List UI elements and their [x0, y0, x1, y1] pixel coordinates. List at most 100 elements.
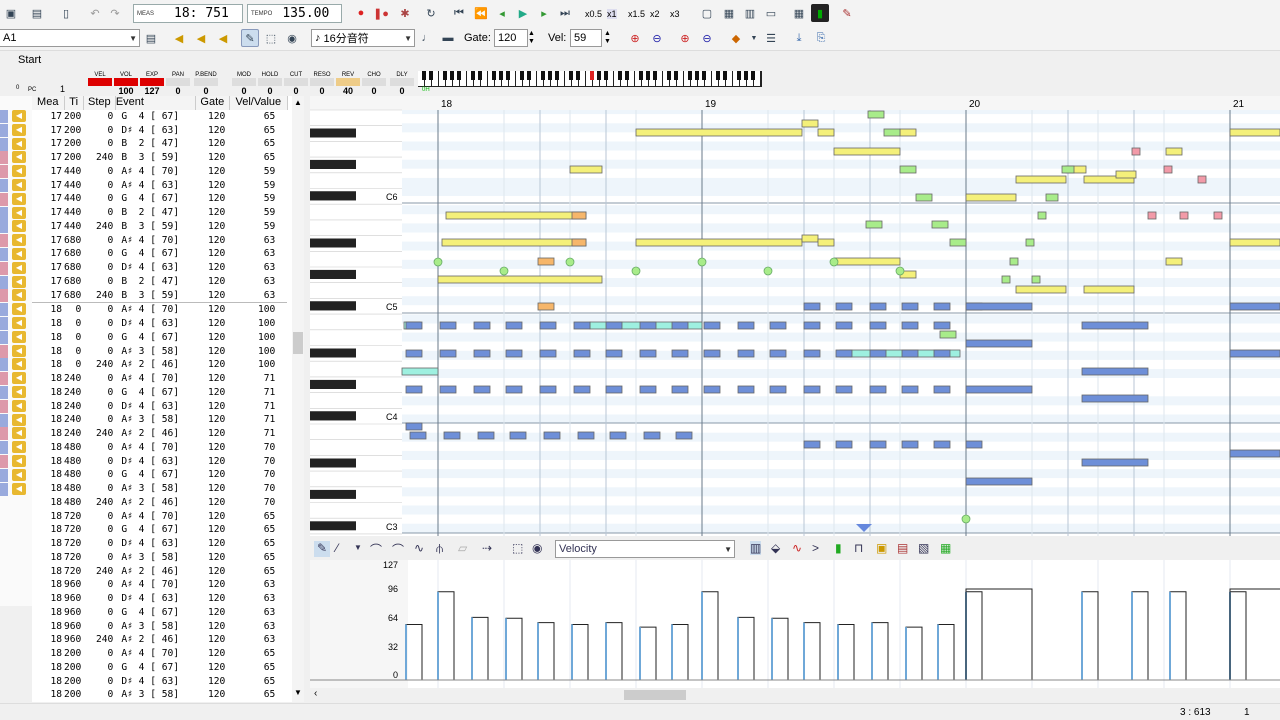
column-header[interactable]: Event — [115, 96, 196, 110]
track-color-tab[interactable] — [0, 358, 8, 372]
loop-icon[interactable]: ↻ — [422, 4, 440, 22]
table-row[interactable]: 17 200 0 G 4 [ 67] 120 65 — [32, 110, 287, 124]
table-row[interactable]: 18 240 0 D♯ 4 [ 63] 120 71 — [32, 400, 287, 414]
table-row[interactable]: 18 480 240 A♯ 2 [ 46] 120 70 — [32, 496, 287, 510]
track-color-tab[interactable] — [0, 275, 8, 289]
speaker-icon[interactable]: ◀ — [12, 372, 26, 385]
zoom-out-icon[interactable]: ⊖ — [648, 29, 666, 47]
toolbox-icon[interactable]: ▤ — [28, 4, 46, 22]
curve2-icon[interactable]: ⌒ — [392, 541, 404, 558]
chevron-down-icon[interactable]: ▼ — [294, 688, 302, 697]
pencil-icon[interactable]: ✎ — [314, 541, 330, 557]
speaker-icon[interactable]: ◀ — [12, 441, 26, 454]
wave-view-icon[interactable]: ▧ — [918, 541, 929, 555]
event-list-scrollbar[interactable]: ▲ ▼ — [292, 96, 304, 702]
mixer-channel-reso[interactable]: RESO 0 — [310, 72, 334, 96]
marker-icon[interactable]: ▤ — [897, 541, 908, 555]
track-select[interactable]: A1 ▼ — [0, 29, 140, 47]
table-row[interactable]: 17 440 0 A♯ 4 [ 70] 120 59 — [32, 165, 287, 179]
track-color-tab[interactable] — [0, 289, 8, 303]
table-row[interactable]: 17 680 0 G 4 [ 67] 120 63 — [32, 247, 287, 261]
mixer-channel-dly[interactable]: DLY 0 — [390, 72, 414, 96]
meter-icon[interactable]: ▮ — [835, 541, 842, 555]
table-row[interactable]: 17 440 240 B 3 [ 59] 120 59 — [32, 220, 287, 234]
step-record-icon[interactable]: ❚● — [372, 4, 390, 22]
column-header[interactable]: Mea — [32, 96, 65, 110]
line-icon[interactable]: ⁄ — [336, 541, 338, 555]
go-start-icon[interactable]: ⏮ — [450, 4, 468, 22]
speaker-icon[interactable]: ◀ — [12, 344, 26, 357]
list-view-icon[interactable]: ▥ — [741, 4, 759, 22]
speaker-icon[interactable]: ◀ — [12, 358, 26, 371]
speaker-icon[interactable]: ◀ — [12, 192, 26, 205]
table-row[interactable]: 17 200 0 D♯ 4 [ 63] 120 65 — [32, 124, 287, 138]
speaker-mute-icon[interactable]: ◀ — [214, 29, 232, 47]
mixer-channel-rev[interactable]: REV 40 — [336, 72, 360, 96]
grid-icon[interactable]: ▦ — [790, 4, 808, 22]
bar-mode-icon[interactable]: ▥ — [750, 541, 762, 555]
link-icon[interactable]: ⊓ — [854, 541, 863, 555]
undo-icon[interactable]: ↶ — [86, 4, 104, 22]
random-icon[interactable]: ∿ — [792, 541, 802, 555]
window-icon[interactable]: ▢ — [698, 4, 716, 22]
table-row[interactable]: 18 720 0 G 4 [ 67] 120 65 — [32, 523, 287, 537]
speaker-icon[interactable]: ◀ — [12, 330, 26, 343]
step-forward-icon[interactable]: ▸ — [535, 4, 553, 22]
column-header[interactable]: Gate — [195, 96, 230, 110]
horizontal-scroll-thumb[interactable] — [624, 690, 686, 700]
table-row[interactable]: 18 480 0 G 4 [ 67] 120 70 — [32, 468, 287, 482]
print-icon[interactable]: ▤ — [142, 29, 160, 47]
chevron-down-icon[interactable]: ▼ — [745, 29, 763, 47]
lock-icon[interactable]: ▣ — [876, 541, 887, 555]
curve-icon[interactable]: ⌒ — [370, 541, 382, 558]
table-row[interactable]: 17 200 240 B 3 [ 59] 120 65 — [32, 151, 287, 165]
mixer-channel-pan[interactable]: PAN 0 — [166, 72, 190, 96]
monitor-icon[interactable]: ▭ — [762, 4, 780, 22]
keyboard-icon[interactable]: ▬ — [439, 29, 457, 47]
zoom-h-icon[interactable]: ⊕ — [676, 29, 694, 47]
record-icon[interactable]: ● — [352, 4, 370, 22]
track-color-tab[interactable] — [0, 441, 8, 455]
track-color-tab[interactable] — [0, 372, 8, 386]
gate-input[interactable]: 120 — [494, 29, 528, 47]
table-row[interactable]: 18 0 0 D♯ 4 [ 63] 120 100 — [32, 317, 287, 331]
track-color-tab[interactable] — [0, 206, 8, 220]
speaker-icon[interactable]: ◀ — [12, 234, 26, 247]
go-end-icon[interactable]: ⏭ — [556, 4, 574, 22]
table-row[interactable]: 18 240 0 A♯ 4 [ 70] 120 71 — [32, 372, 287, 386]
note-length-select[interactable]: ♪ 16分音符 ▼ — [311, 29, 415, 47]
track-color-tab[interactable] — [0, 192, 8, 206]
table-row[interactable]: 18 480 0 A♯ 3 [ 58] 120 70 — [32, 482, 287, 496]
track-color-tab[interactable] — [0, 386, 8, 399]
table-row[interactable]: 18 200 0 G 4 [ 67] 120 65 — [32, 661, 287, 675]
select-rect-icon[interactable]: ⬚ — [512, 541, 523, 555]
speaker-icon[interactable]: ◀ — [12, 303, 26, 316]
gate-spinner[interactable]: ▲ ▼ — [528, 30, 535, 46]
track-color-tab[interactable] — [0, 151, 8, 165]
speaker-icon[interactable]: ◀ — [12, 386, 26, 398]
speed-x3[interactable]: x3 — [670, 9, 680, 19]
table-row[interactable]: 18 240 0 G 4 [ 67] 120 71 — [32, 386, 287, 400]
speaker-icon[interactable]: ◀ — [12, 468, 26, 481]
snap-icon[interactable]: ◆ — [727, 29, 745, 47]
vel-spinner[interactable]: ▲ ▼ — [604, 30, 611, 46]
table-row[interactable]: 18 720 0 A♯ 4 [ 70] 120 65 — [32, 510, 287, 524]
track-color-tab[interactable] — [0, 303, 8, 317]
speaker-icon[interactable]: ◀ — [12, 110, 26, 122]
table-row[interactable]: 18 0 0 G 4 [ 67] 120 100 — [32, 331, 287, 345]
speed-x05[interactable]: x0.5 — [585, 9, 602, 19]
speaker-icon[interactable]: ◀ — [12, 482, 26, 495]
table-row[interactable]: 18 240 240 A♯ 2 [ 46] 120 71 — [32, 427, 287, 441]
mixer-channel-mod[interactable]: MOD 0 — [232, 72, 256, 96]
table-row[interactable]: 18 200 0 D♯ 4 [ 63] 120 65 — [32, 675, 287, 689]
level-icon[interactable]: ▦ — [940, 541, 951, 555]
speaker-icon[interactable]: ◀ — [12, 165, 26, 178]
fork-icon[interactable]: ⫛ — [436, 541, 443, 556]
track-color-tab[interactable] — [0, 399, 8, 413]
track-color-tab[interactable] — [0, 110, 8, 123]
settings-icon[interactable]: ✱ — [396, 4, 414, 22]
speaker-icon[interactable]: ◀ — [12, 275, 26, 288]
zoom-v-icon[interactable]: ⊖ — [698, 29, 716, 47]
table-row[interactable]: 18 0 0 A♯ 3 [ 58] 120 100 — [32, 345, 287, 359]
gate-tool-icon[interactable]: ♩ — [418, 29, 436, 47]
